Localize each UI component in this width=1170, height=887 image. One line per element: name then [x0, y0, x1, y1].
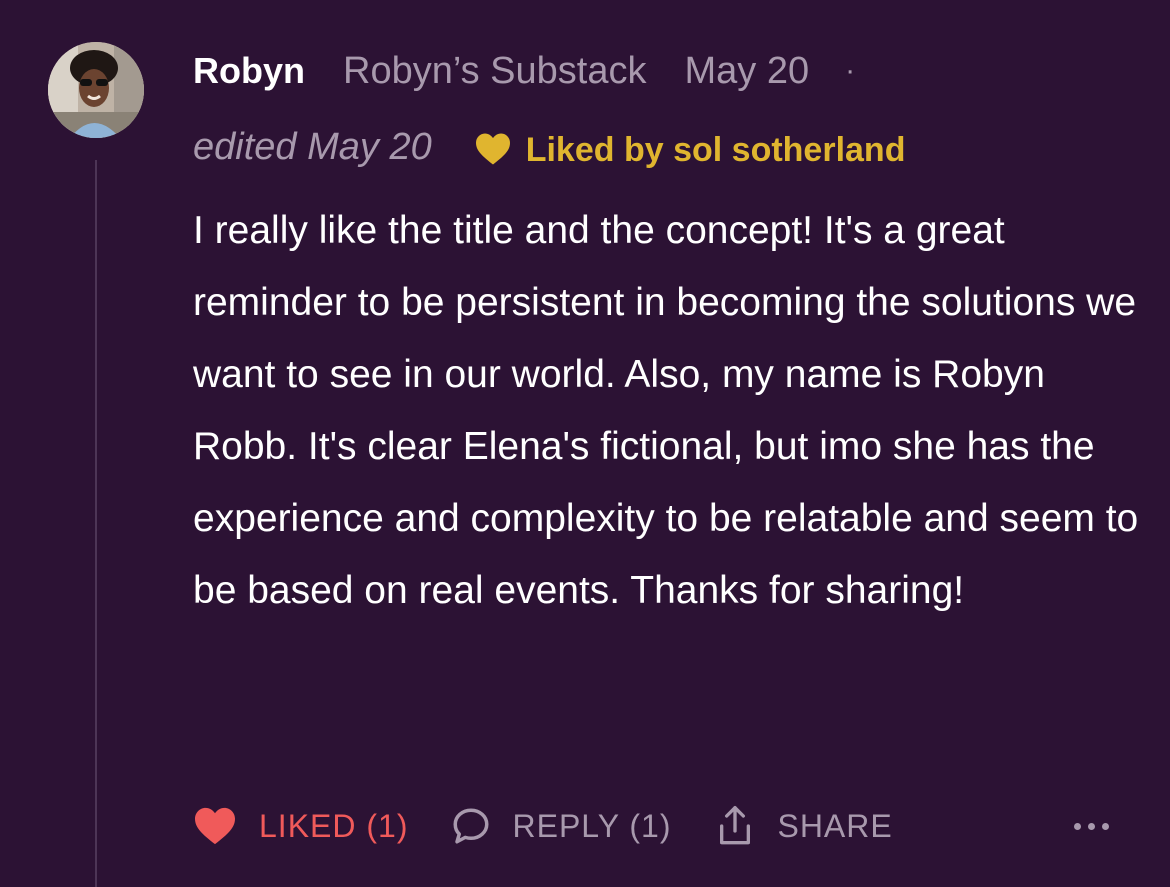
speech-bubble-icon — [453, 808, 489, 844]
share-label: SHARE — [777, 807, 893, 844]
reply-label: REPLY (1) — [512, 807, 672, 844]
comment-body: I really like the title and the concept!… — [193, 209, 1139, 612]
share-upload-icon — [720, 806, 751, 845]
comment-date[interactable]: May 20 — [684, 50, 809, 93]
liked-by-label: Liked by sol sotherland — [525, 130, 906, 169]
edited-label: edited May 20 — [193, 125, 432, 168]
author-name[interactable]: Robyn — [193, 50, 305, 92]
heart-icon — [475, 133, 510, 165]
avatar[interactable] — [48, 42, 144, 138]
avatar-image — [48, 42, 144, 138]
separator-dot: · — [845, 54, 856, 87]
like-label: LIKED (1) — [259, 807, 409, 844]
edit-row: edited May 20 Liked by sol sotherland — [193, 122, 905, 172]
more-dots-icon[interactable] — [1074, 822, 1109, 830]
publication-link[interactable]: Robyn’s Substack — [343, 50, 646, 93]
reply-button[interactable]: REPLY (1) — [450, 805, 671, 847]
comment-header: Robyn Robyn’s Substack May 20 · — [193, 48, 855, 94]
thread-line — [95, 160, 97, 887]
comment-actions: LIKED (1) REPLY (1) SHARE — [193, 800, 1123, 852]
heart-filled-icon — [195, 807, 235, 845]
like-button[interactable]: LIKED (1) — [193, 806, 408, 846]
share-button[interactable]: SHARE — [715, 804, 892, 848]
